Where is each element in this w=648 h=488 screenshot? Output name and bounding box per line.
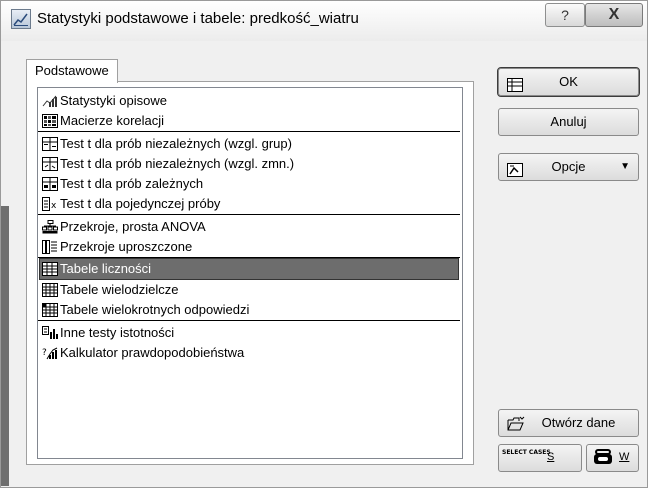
- list-item[interactable]: Test t dla prób niezależnych (wzgl. grup…: [40, 134, 458, 154]
- list-item-label: Przekroje, prosta ANOVA: [60, 219, 206, 234]
- list-item-label: Przekroje uproszczone: [60, 239, 193, 254]
- ttest-variables-icon: [42, 156, 58, 171]
- simple-breakdown-icon: [42, 239, 58, 254]
- group-divider: [38, 320, 460, 321]
- options-button[interactable]: Opcje ▼: [498, 153, 639, 181]
- ok-button[interactable]: OK: [497, 67, 640, 97]
- descriptive-stats-icon: [42, 94, 58, 108]
- list-item[interactable]: Tabele wielodzielcze: [40, 280, 458, 300]
- list-item[interactable]: x Test t dla pojedynczej próby: [40, 194, 458, 214]
- list-item-label: Test t dla pojedynczej próby: [60, 196, 221, 211]
- close-button[interactable]: X: [585, 3, 643, 27]
- table-icon: [507, 75, 523, 101]
- open-data-button[interactable]: Otwórz dane: [498, 409, 639, 437]
- significance-tests-icon: [42, 325, 58, 340]
- svg-text:?: ?: [42, 348, 47, 358]
- group-divider: [38, 257, 460, 258]
- options-icon: [507, 160, 523, 186]
- multiple-response-icon: [42, 302, 58, 317]
- ok-button-label: OK: [559, 74, 578, 89]
- list-item[interactable]: Statystyki opisowe: [40, 91, 458, 111]
- select-cases-icon: SELECT CASES: [502, 449, 551, 456]
- list-item-label: Kalkulator prawdopodobieństwa: [60, 345, 245, 360]
- ttest-single-icon: x: [42, 196, 58, 211]
- ttest-groups-icon: [42, 136, 58, 151]
- list-item[interactable]: Test t dla prób zależnych: [40, 174, 458, 194]
- analysis-list[interactable]: Statystyki opisowe Macierze korelacji Te…: [37, 87, 463, 459]
- open-data-label: Otwórz dane: [541, 415, 616, 430]
- list-item[interactable]: Tabele wielokrotnych odpowiedzi: [40, 300, 458, 320]
- list-item[interactable]: Przekroje, prosta ANOVA: [40, 217, 458, 237]
- list-item[interactable]: Test t dla prób niezależnych (wzgl. zmn.…: [40, 154, 458, 174]
- probability-calculator-icon: ?: [42, 346, 58, 360]
- anova-icon: [42, 219, 58, 234]
- tab-panel: Statystyki opisowe Macierze korelacji Te…: [26, 81, 474, 465]
- help-button[interactable]: ?: [545, 3, 585, 27]
- list-item-label: Test t dla prób niezależnych (wzgl. zmn.…: [60, 156, 295, 171]
- list-item[interactable]: Macierze korelacji: [40, 111, 458, 131]
- select-cases-key: S: [547, 451, 555, 463]
- svg-text:x: x: [51, 201, 57, 211]
- frequency-table-icon: [42, 261, 58, 276]
- cancel-button[interactable]: Anuluj: [498, 108, 639, 136]
- chevron-down-icon: ▼: [620, 161, 630, 172]
- list-item-label: Statystyki opisowe: [60, 93, 167, 108]
- tab-podstawowe[interactable]: Podstawowe: [26, 59, 118, 83]
- list-item-label: Macierze korelacji: [60, 113, 165, 128]
- list-item[interactable]: ? Kalkulator prawdopodobieństwa: [40, 343, 458, 363]
- title-bar: Statystyki podstawowe i tabele: predkość…: [1, 1, 647, 41]
- ttest-dependent-icon: [42, 176, 58, 191]
- list-item-label: Test t dla prób niezależnych (wzgl. grup…: [60, 136, 292, 151]
- weight-key: W: [619, 451, 630, 463]
- group-divider: [38, 214, 460, 215]
- select-cases-button[interactable]: SELECT CASES S: [498, 444, 582, 472]
- open-folder-icon: [507, 415, 525, 441]
- weight-icon: [594, 449, 612, 464]
- list-item-selected[interactable]: Tabele liczności: [39, 258, 459, 280]
- crosstab-icon: [42, 282, 58, 297]
- list-item-label: Test t dla prób zależnych: [60, 176, 204, 191]
- options-button-label: Opcje: [551, 159, 586, 174]
- window-edge: [1, 206, 9, 486]
- list-item-label: Tabele liczności: [60, 261, 152, 276]
- list-item-label: Tabele wielokrotnych odpowiedzi: [60, 302, 250, 317]
- window-title: Statystyki podstawowe i tabele: predkość…: [37, 10, 359, 27]
- list-item-label: Inne testy istotności: [60, 325, 175, 340]
- list-item[interactable]: Inne testy istotności: [40, 323, 458, 343]
- list-item[interactable]: Przekroje uproszczone: [40, 237, 458, 257]
- weight-button[interactable]: W: [586, 444, 639, 472]
- list-item-label: Tabele wielodzielcze: [60, 282, 179, 297]
- correlation-matrix-icon: [42, 113, 58, 128]
- dialog-window: Statystyki podstawowe i tabele: predkość…: [0, 0, 648, 488]
- app-icon: [11, 9, 31, 29]
- group-divider: [38, 131, 460, 132]
